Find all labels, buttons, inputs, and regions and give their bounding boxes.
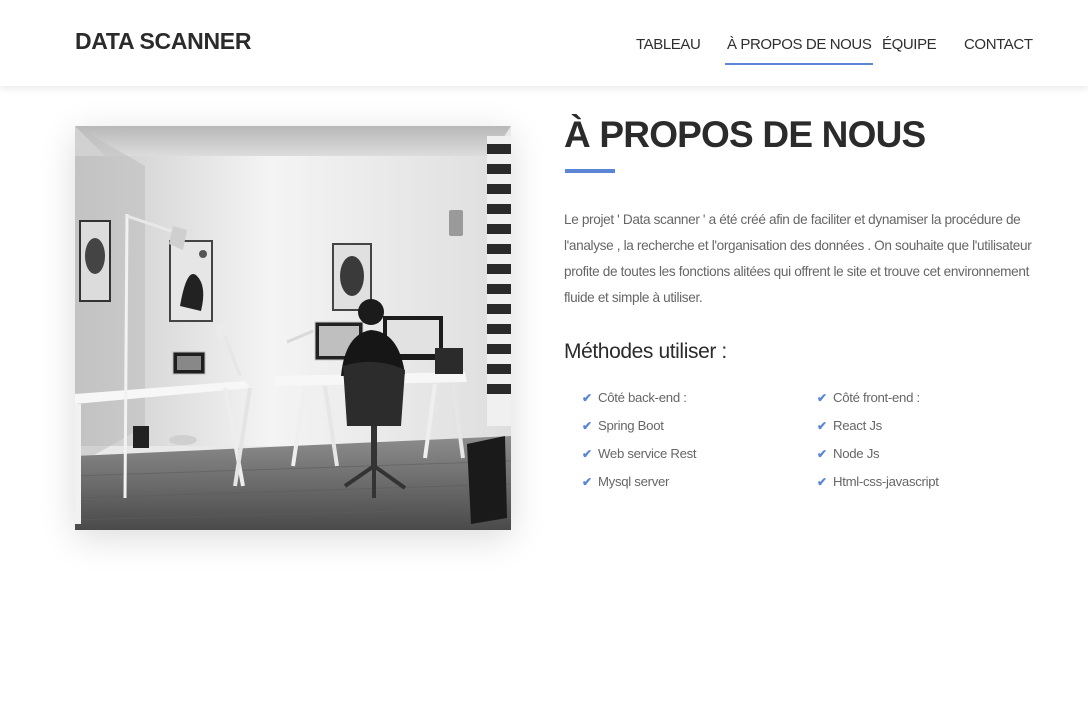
list-item-label: Web service Rest bbox=[598, 446, 697, 461]
page-title: À PROPOS DE NOUS bbox=[564, 114, 926, 155]
list-item-label: Côté back-end : bbox=[598, 390, 687, 405]
list-item: ✔ Spring Boot bbox=[582, 412, 696, 440]
check-icon: ✔ bbox=[817, 447, 827, 461]
check-icon: ✔ bbox=[582, 475, 592, 489]
frontend-list: ✔ Côté front-end : ✔ React Js ✔ Node Js ✔ Ht… bbox=[817, 384, 939, 496]
header: DATA SCANNER TABLEAU À PROPOS DE NOUS ÉQ… bbox=[0, 0, 1088, 86]
list-item: ✔ Node Js bbox=[817, 440, 939, 468]
nav-about[interactable]: À PROPOS DE NOUS bbox=[724, 36, 874, 65]
about-description: Le projet ' Data scanner ' a été créé af… bbox=[564, 212, 1032, 305]
list-item: ✔ React Js bbox=[817, 412, 939, 440]
list-item-label: React Js bbox=[833, 418, 882, 433]
check-icon: ✔ bbox=[582, 391, 592, 405]
list-item: ✔ Html-css-javascript bbox=[817, 468, 939, 496]
list-item-label: Html-css-javascript bbox=[833, 474, 939, 489]
check-icon: ✔ bbox=[817, 475, 827, 489]
nav-tableau[interactable]: TABLEAU bbox=[636, 36, 701, 53]
title-underline bbox=[565, 169, 615, 173]
list-item: ✔ Côté back-end : bbox=[582, 384, 696, 412]
list-item: ✔ Côté front-end : bbox=[817, 384, 939, 412]
brand-logo[interactable]: DATA SCANNER bbox=[75, 28, 251, 55]
check-icon: ✔ bbox=[582, 419, 592, 433]
list-item-label: Côté front-end : bbox=[833, 390, 920, 405]
check-icon: ✔ bbox=[817, 391, 827, 405]
list-item-label: Node Js bbox=[833, 446, 880, 461]
about-photo bbox=[75, 126, 511, 530]
list-item-label: Mysql server bbox=[598, 474, 670, 489]
check-icon: ✔ bbox=[817, 419, 827, 433]
list-item-label: Spring Boot bbox=[598, 418, 664, 433]
nav-contact[interactable]: CONTACT bbox=[964, 36, 1033, 53]
list-item: ✔ Mysql server bbox=[582, 468, 696, 496]
nav-equipe[interactable]: ÉQUIPE bbox=[882, 36, 937, 53]
list-item: ✔ Web service Rest bbox=[582, 440, 697, 468]
backend-list: ✔ Côté back-end : ✔ Spring Boot ✔ Web servi… bbox=[582, 384, 697, 496]
check-icon: ✔ bbox=[582, 447, 592, 461]
methods-title: Méthodes utiliser : bbox=[564, 340, 727, 363]
